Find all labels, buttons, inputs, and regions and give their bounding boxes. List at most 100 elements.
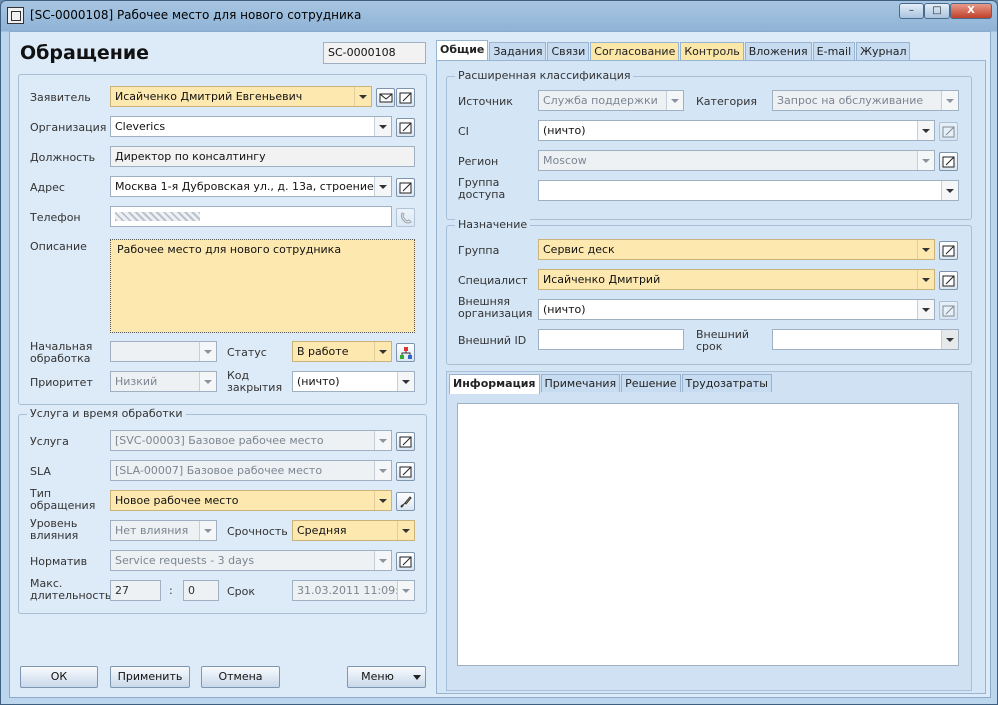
request-type-tool-button[interactable] — [396, 492, 415, 511]
chevron-down-icon[interactable] — [941, 181, 958, 200]
organization-select[interactable]: Cleverics — [110, 116, 392, 137]
access-group-select[interactable] — [538, 180, 959, 201]
tab-approval[interactable]: Согласование — [590, 42, 680, 60]
priority-select[interactable]: Низкий — [110, 371, 217, 392]
applicant-select[interactable]: Исайченко Дмитрий Евгеньевич — [110, 86, 372, 107]
chevron-down-icon[interactable] — [917, 151, 934, 170]
tab-solution[interactable]: Решение — [621, 374, 681, 392]
sla-select[interactable]: [SLA-00007] Базовое рабочее место — [110, 460, 392, 481]
workflow-button[interactable] — [396, 343, 415, 362]
information-text-area[interactable] — [457, 403, 959, 666]
chevron-down-icon[interactable] — [397, 581, 414, 600]
closing-code-select[interactable]: (ничто) — [292, 371, 415, 392]
phone-icon — [400, 212, 412, 224]
open-specialist-button[interactable] — [939, 271, 958, 290]
region-select[interactable]: Moscow — [538, 150, 935, 171]
status-select[interactable]: В работе — [292, 341, 392, 362]
address-select[interactable]: Москва 1-я Дубровская ул., д. 13а, строе… — [110, 176, 392, 197]
max-duration-minutes-field[interactable]: 0 — [183, 580, 219, 601]
open-service-button[interactable] — [396, 432, 415, 451]
open-ci-button[interactable] — [939, 122, 958, 141]
open-group-button[interactable] — [939, 241, 958, 260]
tab-general[interactable]: Общие — [436, 40, 489, 60]
chevron-down-icon[interactable] — [374, 431, 391, 450]
chevron-down-icon[interactable] — [917, 121, 934, 140]
chevron-down-icon[interactable] — [199, 521, 216, 540]
deadline-select[interactable]: 31.03.2011 11:09:55 — [292, 580, 415, 601]
tab-labor[interactable]: Трудозатраты — [681, 374, 772, 392]
open-card-icon — [399, 466, 412, 478]
maximize-button[interactable]: □ — [924, 3, 950, 19]
chevron-down-icon[interactable] — [374, 491, 391, 510]
norm-value: Service requests - 3 days — [115, 554, 255, 567]
chevron-down-icon[interactable] — [374, 551, 391, 570]
tab-tasks[interactable]: Задания — [489, 42, 547, 60]
chevron-down-icon[interactable] — [666, 91, 683, 110]
apply-button[interactable]: Применить — [110, 666, 190, 688]
chevron-down-icon[interactable] — [917, 240, 934, 259]
menu-button[interactable]: Меню — [347, 666, 426, 688]
close-button[interactable]: X — [950, 3, 992, 19]
external-org-select[interactable]: (ничто) — [538, 299, 935, 320]
open-external-org-button[interactable] — [939, 301, 958, 320]
ok-button[interactable]: ОК — [20, 666, 98, 688]
chevron-down-icon[interactable] — [917, 300, 934, 319]
specialist-select[interactable]: Исайченко Дмитрий — [538, 269, 935, 290]
norm-label: Норматив — [30, 555, 88, 568]
open-norm-button[interactable] — [396, 552, 415, 571]
ci-select[interactable]: (ничто) — [538, 120, 935, 141]
access-group-label: Группа доступа — [458, 176, 506, 201]
norm-select[interactable]: Service requests - 3 days — [110, 550, 392, 571]
chevron-down-icon[interactable] — [917, 270, 934, 289]
cancel-button[interactable]: Отмена — [201, 666, 280, 688]
chevron-down-icon[interactable] — [199, 342, 216, 361]
chevron-down-icon[interactable] — [374, 461, 391, 480]
tab-journal[interactable]: Журнал — [856, 42, 911, 60]
chevron-down-icon[interactable] — [374, 177, 391, 196]
open-sla-button[interactable] — [396, 462, 415, 481]
chevron-down-icon[interactable] — [397, 372, 414, 391]
description-textarea[interactable]: Рабочее место для нового сотрудника — [110, 239, 415, 333]
duration-separator: : — [169, 584, 173, 597]
external-deadline-select[interactable] — [772, 329, 959, 350]
tab-email[interactable]: E-mail — [812, 42, 856, 60]
position-label: Должность — [30, 151, 96, 164]
call-phone-button[interactable] — [396, 208, 415, 227]
chevron-down-icon[interactable] — [374, 342, 391, 361]
chevron-down-icon[interactable] — [354, 87, 371, 106]
chevron-down-icon[interactable] — [199, 372, 216, 391]
chevron-down-icon[interactable] — [941, 330, 958, 349]
open-organization-button[interactable] — [396, 118, 415, 137]
urgency-select[interactable]: Средняя — [292, 520, 415, 541]
open-card-icon — [942, 275, 955, 287]
phone-field[interactable] — [110, 206, 392, 227]
region-label: Регион — [458, 155, 499, 168]
category-select[interactable]: Запрос на обслуживание — [772, 90, 959, 111]
impact-select[interactable]: Нет влияния — [110, 520, 217, 541]
tab-links[interactable]: Связи — [547, 42, 590, 60]
tab-control[interactable]: Контроль — [680, 42, 744, 60]
initial-processing-select[interactable] — [110, 341, 217, 362]
tab-information[interactable]: Информация — [449, 374, 540, 394]
open-region-button[interactable] — [939, 152, 958, 171]
send-email-button[interactable] — [376, 88, 395, 107]
phone-label: Телефон — [30, 211, 81, 224]
chevron-down-icon[interactable] — [941, 91, 958, 110]
chevron-down-icon[interactable] — [397, 521, 414, 540]
request-type-select[interactable]: Новое рабочее место — [110, 490, 392, 511]
minimize-button[interactable]: – — [899, 3, 924, 19]
service-select[interactable]: [SVC-00003] Базовое рабочее место — [110, 430, 392, 451]
group-select[interactable]: Сервис деск — [538, 239, 935, 260]
tab-attachments[interactable]: Вложения — [744, 42, 812, 60]
applicant-label: Заявитель — [30, 91, 91, 104]
source-select[interactable]: Служба поддержки — [538, 90, 684, 111]
open-address-button[interactable] — [396, 178, 415, 197]
sla-label: SLA — [30, 465, 51, 478]
max-duration-hours-field[interactable]: 27 — [110, 580, 161, 601]
external-id-field[interactable] — [538, 329, 684, 350]
chevron-down-icon[interactable] — [374, 117, 391, 136]
open-applicant-button[interactable] — [396, 88, 415, 107]
title-bar[interactable]: [SC-0000108] Рабочее место для нового со… — [1, 1, 997, 31]
tab-notes[interactable]: Примечания — [540, 374, 621, 392]
initial-processing-label: Начальная обработка — [30, 340, 93, 365]
